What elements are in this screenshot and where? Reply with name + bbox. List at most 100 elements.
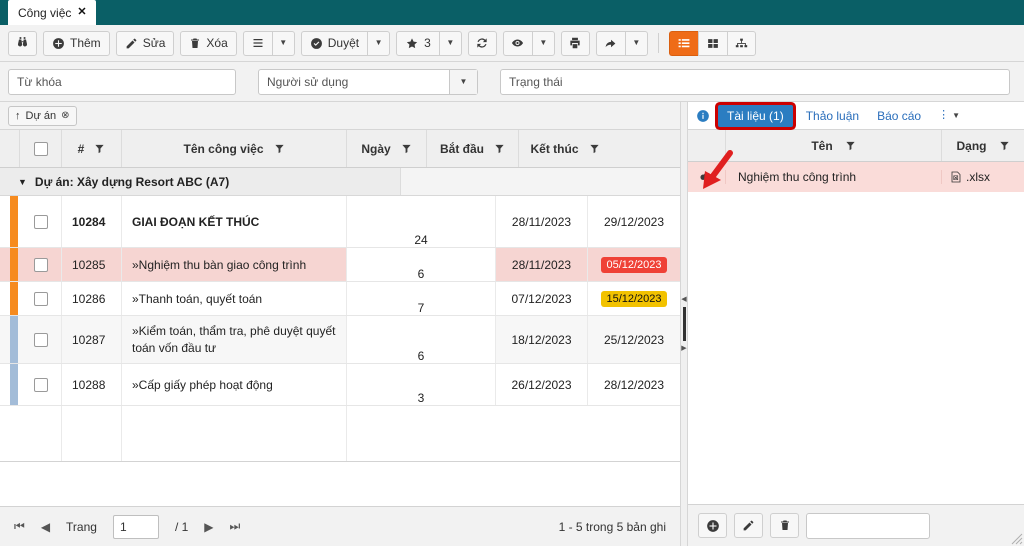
close-icon[interactable]: ⊗ <box>61 110 69 121</box>
last-page-button[interactable]: ⏭ <box>230 519 241 534</box>
tab-bao-cao[interactable]: Báo cáo <box>868 105 930 127</box>
trash-icon <box>779 519 791 532</box>
select-all-checkbox[interactable] <box>33 141 48 156</box>
table-row[interactable]: 10284 GIAI ĐOẠN KẾT THÚC 24 28/11/2023 2… <box>0 196 680 248</box>
tab-tai-lieu[interactable]: Tài liệu (1) <box>718 104 793 127</box>
user-select-caret[interactable]: ▼ <box>449 69 477 94</box>
row-id: 10285 <box>62 248 122 281</box>
group-chip-du-an[interactable]: ↑ Dự án ⊗ <box>8 105 77 126</box>
more-actions-split: ▼ <box>242 30 295 56</box>
header-days[interactable]: Ngày <box>347 130 427 167</box>
row-checkbox[interactable] <box>33 291 48 306</box>
row-checkbox-cell[interactable] <box>20 248 62 281</box>
table-row[interactable]: 10285 »Nghiệm thu bàn giao công trình 6 … <box>0 248 680 282</box>
table-row[interactable]: 10287 »Kiểm toán, thẩm tra, phê duyệt qu… <box>0 316 680 364</box>
hamburger-menu-button[interactable] <box>242 30 272 56</box>
approve-caret-button[interactable]: ▼ <box>367 30 391 56</box>
row-checkbox[interactable] <box>33 377 48 392</box>
filter-icon[interactable] <box>401 143 412 154</box>
detail-panel-overflow-menu[interactable]: ⋮ ▼ <box>938 109 960 120</box>
refresh-button[interactable] <box>467 30 497 56</box>
add-button[interactable]: Thêm <box>43 30 110 56</box>
collapse-left-icon[interactable]: ◀ <box>681 296 686 303</box>
table-row[interactable]: 10288 »Cấp giấy phép hoạt động 3 26/12/2… <box>0 364 680 406</box>
filter-icon[interactable] <box>845 140 856 151</box>
view-grid-button[interactable] <box>697 30 727 56</box>
filter-icon[interactable] <box>94 143 105 154</box>
group-chip-label: Dự án <box>25 109 57 122</box>
status-input[interactable]: Trạng thái <box>500 68 1010 95</box>
search-button[interactable] <box>8 30 37 56</box>
filter-icon[interactable] <box>274 143 285 154</box>
row-end-date: 25/12/2023 <box>603 332 665 347</box>
header-days-label: Ngày <box>361 141 391 156</box>
header-start-date[interactable]: Bắt đầu <box>427 130 519 167</box>
delete-button[interactable]: Xóa <box>180 30 237 56</box>
info-icon[interactable] <box>696 109 710 123</box>
row-end-date: 28/12/2023 <box>603 377 665 392</box>
header-doc-name[interactable]: Tên <box>726 130 942 161</box>
tab-thao-luan[interactable]: Thảo luận <box>797 105 868 127</box>
table-row[interactable]: 10286 »Thanh toán, quyết toán 7 07/12/20… <box>0 282 680 316</box>
document-search-input[interactable] <box>806 512 930 539</box>
row-checkbox[interactable] <box>33 332 48 347</box>
page-input[interactable]: 1 <box>112 514 159 539</box>
task-grid-panel: ↑ Dự án ⊗ # Tên công việc Ngày Bắt đầu K… <box>0 102 680 546</box>
row-checkbox-cell[interactable] <box>20 316 62 363</box>
app-tab-cong-viec[interactable]: Công việc ✕ <box>8 0 96 25</box>
row-color-indicator <box>0 316 20 363</box>
row-checkbox[interactable] <box>33 214 48 229</box>
header-start-date-label: Bắt đầu <box>439 141 484 156</box>
expand-right-icon[interactable]: ▶ <box>681 345 686 352</box>
filter-bar: Từ khóa Người sử dụng ▼ Trạng thái <box>0 62 1024 102</box>
row-start-date: 28/11/2023 <box>496 248 588 281</box>
list-item[interactable]: Nghiệm thu công trình .xlsx <box>688 162 1024 192</box>
favorite-caret-button[interactable]: ▼ <box>438 30 462 56</box>
view-list-button[interactable] <box>668 30 698 56</box>
add-document-button[interactable] <box>698 513 727 538</box>
splitter-grip[interactable] <box>682 307 686 341</box>
resize-grip-icon[interactable] <box>1011 533 1023 545</box>
filter-icon[interactable] <box>589 143 600 154</box>
close-icon[interactable]: ✕ <box>77 7 86 18</box>
download-document-button[interactable] <box>688 170 726 184</box>
refresh-icon <box>475 36 489 50</box>
header-select-all[interactable] <box>20 130 62 167</box>
user-select[interactable]: Người sử dụng ▼ <box>258 68 478 95</box>
chevron-down-icon: ▼ <box>279 38 288 47</box>
group-row-project[interactable]: ▼ Dự án: Xây dựng Resort ABC (A7) <box>0 168 680 196</box>
keyword-input[interactable]: Từ khóa <box>8 68 236 95</box>
chevron-down-icon[interactable]: ▼ <box>18 177 27 187</box>
eye-icon <box>510 37 525 49</box>
view-tree-button[interactable] <box>726 30 756 56</box>
header-end-date[interactable]: Kết thúc <box>519 130 611 167</box>
delete-document-button[interactable] <box>770 513 799 538</box>
panel-splitter[interactable]: ◀ ▶ <box>680 102 688 546</box>
next-page-button[interactable]: ▶ <box>204 520 213 534</box>
row-checkbox-cell[interactable] <box>20 196 62 247</box>
edit-button[interactable]: Sửa <box>115 30 175 56</box>
empty-days <box>347 406 427 461</box>
visibility-caret-button[interactable]: ▼ <box>531 30 555 56</box>
plus-circle-icon <box>706 519 720 533</box>
share-caret-button[interactable]: ▼ <box>624 30 648 56</box>
row-checkbox-cell[interactable] <box>20 364 62 405</box>
more-actions-caret-button[interactable]: ▼ <box>271 30 295 56</box>
favorite-button[interactable]: 3 <box>396 30 439 56</box>
edit-document-button[interactable] <box>734 513 763 538</box>
header-doc-type[interactable]: Dạng <box>942 130 1024 161</box>
print-button[interactable] <box>560 30 590 56</box>
preview-button[interactable] <box>502 30 532 56</box>
grid-empty-area <box>0 406 680 462</box>
filter-icon[interactable] <box>999 140 1010 151</box>
row-checkbox[interactable] <box>33 257 48 272</box>
header-task-name[interactable]: Tên công việc <box>122 130 347 167</box>
share-button[interactable] <box>595 30 625 56</box>
prev-page-button[interactable]: ◀ <box>41 520 50 534</box>
approve-button[interactable]: Duyệt <box>300 30 368 56</box>
row-checkbox-cell[interactable] <box>20 282 62 315</box>
filter-icon[interactable] <box>494 143 505 154</box>
first-page-button[interactable]: ⏮ <box>14 519 25 534</box>
header-number[interactable]: # <box>62 130 122 167</box>
header-number-label: # <box>77 141 85 156</box>
